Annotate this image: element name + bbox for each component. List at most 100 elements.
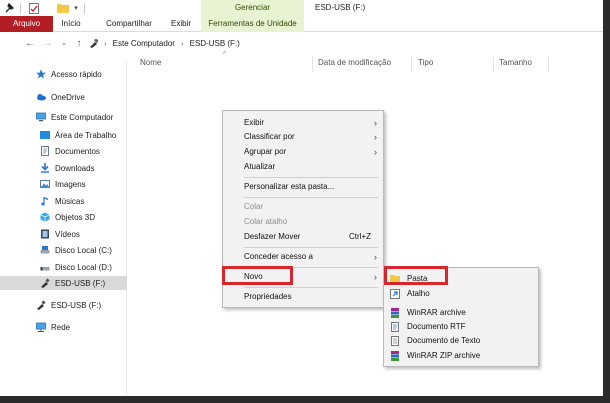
address-bar[interactable]: › Este Computador › ESD-USB (F:)	[89, 35, 603, 51]
column-divider[interactable]	[548, 57, 549, 72]
sidebar-item-esd-usb[interactable]: ESD-USB (F:)	[0, 298, 127, 312]
drive-icon	[40, 246, 50, 254]
rtf-document-icon	[391, 322, 399, 332]
submenu-arrow-icon: ›	[374, 252, 377, 262]
usb-icon	[37, 300, 46, 310]
submenu-item-winrar-archive[interactable]: WinRAR archive	[384, 306, 538, 320]
divider	[84, 3, 85, 14]
sidebar-item-objetos-3d[interactable]: Objetos 3D	[0, 210, 127, 224]
menu-item-personalizar-esta-pasta[interactable]: Personalizar esta pasta...	[223, 180, 383, 194]
sidebar-item-downloads[interactable]: Downloads	[0, 161, 127, 175]
breadcrumb-esd-usb[interactable]: ESD-USB (F:)	[190, 39, 240, 48]
sidebar-item-label: Músicas	[55, 196, 85, 206]
submenu-arrow-icon: ›	[374, 272, 377, 282]
network-icon	[36, 322, 46, 332]
menu-item-conceder-acesso-a[interactable]: Conceder acesso a ›	[223, 250, 383, 264]
menu-item-label: Atualizar	[244, 162, 276, 171]
sidebar-item-acesso-rapido[interactable]: Acesso rápido	[0, 67, 127, 81]
sidebar-item-disco-local-c[interactable]: Disco Local (C:)	[0, 243, 127, 257]
column-header-nome[interactable]: Nome	[140, 58, 161, 70]
menu-item-label: Desfazer Mover	[244, 232, 301, 241]
download-icon	[41, 163, 49, 173]
sidebar-item-label: OneDrive	[51, 92, 85, 102]
sidebar-item-label: Disco Local (C:)	[55, 245, 112, 255]
divider	[20, 3, 21, 14]
highlight-box-novo	[222, 266, 293, 285]
menu-item-label: Exibir	[244, 118, 265, 127]
sidebar-item-imagens[interactable]: Imagens	[0, 177, 127, 191]
sidebar-item-musicas[interactable]: Músicas	[0, 194, 127, 208]
menu-item-label: Agrupar por	[244, 147, 287, 156]
menu-separator	[244, 197, 378, 198]
tab-ferramentas-de-unidade[interactable]: Ferramentas de Unidade	[201, 16, 304, 32]
column-header-tipo[interactable]: Tipo	[418, 58, 433, 70]
menu-item-propriedades[interactable]: Propriedades	[223, 290, 383, 304]
sidebar-item-label: Este Computador	[51, 112, 114, 122]
customize-toolbar-caret-icon[interactable]: ▾	[72, 2, 80, 14]
forward-arrow-icon[interactable]: →	[42, 37, 54, 49]
shortcut-icon	[390, 289, 400, 299]
sidebar-item-este-computador[interactable]: Este Computador	[0, 110, 127, 124]
window-border	[0, 396, 610, 403]
sidebar-item-label: Vídeos	[55, 229, 80, 239]
new-folder-icon[interactable]	[56, 2, 70, 14]
title-bar: ▾ Gerenciar ESD-USB (F:)	[0, 0, 603, 17]
sidebar-item-documentos[interactable]: Documentos	[0, 144, 127, 158]
sidebar-item-onedrive[interactable]: OneDrive	[0, 90, 127, 104]
breadcrumb-este-computador[interactable]: Este Computador	[113, 39, 175, 48]
column-header-tamanho[interactable]: Tamanho	[499, 58, 532, 70]
highlight-box-pasta	[384, 266, 448, 285]
tab-arquivo[interactable]: Arquivo	[0, 16, 53, 32]
submenu-item-winrar-zip-archive[interactable]: WinRAR ZIP archive	[384, 349, 538, 363]
menu-separator	[244, 177, 378, 178]
submenu-item-label: Documento RTF	[407, 322, 466, 331]
submenu-item-documento-de-texto[interactable]: Documento de Texto	[384, 334, 538, 348]
text-document-icon	[391, 336, 399, 346]
sidebar-item-label: Objetos 3D	[55, 212, 96, 222]
sidebar-item-label: Documentos	[55, 146, 100, 156]
ribbon-tabs: Arquivo Início Compartilhar Exibir Ferra…	[0, 16, 603, 32]
tab-compartilhar[interactable]: Compartilhar	[98, 16, 160, 32]
tab-exibir[interactable]: Exibir	[166, 16, 196, 32]
pin-icon[interactable]	[4, 2, 14, 14]
submenu-item-documento-rtf[interactable]: Documento RTF	[384, 320, 538, 334]
menu-item-classificar-por[interactable]: Classificar por ›	[223, 130, 383, 144]
sidebar-item-label: Downloads	[55, 163, 95, 173]
submenu-arrow-icon: ›	[374, 118, 377, 128]
winrar-icon	[391, 308, 399, 318]
column-divider[interactable]	[312, 57, 313, 72]
menu-separator	[244, 287, 378, 288]
sidebar-item-area-de-trabalho[interactable]: Área de Trabalho	[0, 128, 127, 142]
column-divider[interactable]	[411, 57, 412, 72]
star-icon	[36, 69, 46, 79]
menu-separator	[244, 247, 378, 248]
sidebar-item-videos[interactable]: Vídeos	[0, 227, 127, 241]
properties-check-icon[interactable]	[28, 2, 40, 14]
submenu-item-label: WinRAR ZIP archive	[407, 351, 481, 360]
column-divider[interactable]	[493, 57, 494, 72]
cloud-icon	[37, 94, 46, 101]
tab-inicio[interactable]: Início	[56, 16, 86, 32]
navigation-bar: ← → ⌄ ↑ › Este Computador › ESD-USB (F:)	[0, 32, 603, 54]
sidebar-item-disco-local-d[interactable]: Disco Local (D:)	[0, 260, 127, 274]
sidebar-item-label: ESD-USB (F:)	[55, 278, 106, 288]
sidebar-item-esd-usb-selected[interactable]: ESD-USB (F:)	[0, 276, 127, 290]
pictures-icon	[40, 180, 50, 188]
up-arrow-icon[interactable]: ↑	[73, 37, 85, 49]
recent-locations-chevron-icon[interactable]: ⌄	[58, 37, 70, 49]
sidebar-item-label: Rede	[51, 322, 71, 332]
music-icon	[41, 197, 48, 206]
context-tab-group-label: Gerenciar	[201, 0, 304, 17]
column-header-data-de-modificacao[interactable]: Data de modificação	[318, 58, 391, 70]
navigation-pane: Acesso rápido OneDrive Este Computador Á…	[0, 60, 127, 396]
menu-item-label: Classificar por	[244, 132, 295, 141]
submenu-item-atalho[interactable]: Atalho	[384, 287, 538, 301]
submenu-item-label: Documento de Texto	[407, 336, 481, 345]
menu-item-agrupar-por[interactable]: Agrupar por ›	[223, 145, 383, 159]
menu-item-exibir[interactable]: Exibir ›	[223, 116, 383, 130]
menu-item-atualizar[interactable]: Atualizar	[223, 160, 383, 174]
sidebar-item-rede[interactable]: Rede	[0, 320, 127, 334]
menu-item-desfazer-mover[interactable]: Desfazer Mover Ctrl+Z	[223, 230, 383, 244]
submenu-arrow-icon: ›	[374, 132, 377, 142]
back-arrow-icon[interactable]: ←	[24, 37, 36, 49]
